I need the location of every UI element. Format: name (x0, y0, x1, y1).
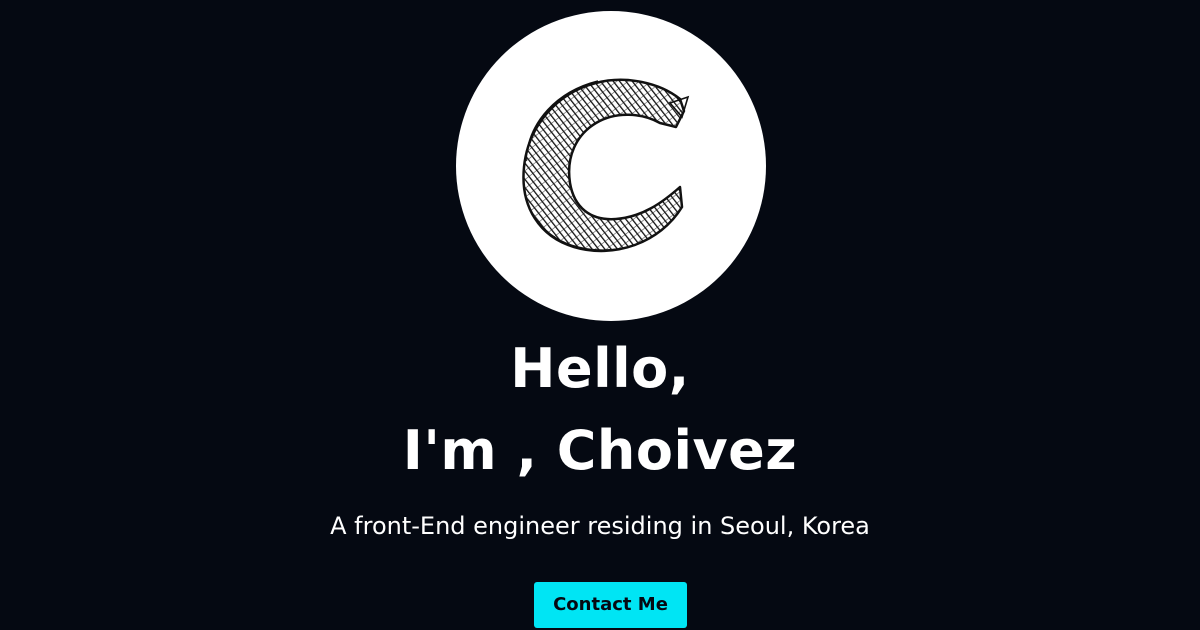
greeting-name: I'm , Choivez (402, 419, 798, 482)
avatar (456, 11, 766, 321)
sketched-letter-c-logo (522, 78, 690, 253)
greeting-hello: Hello, (510, 337, 690, 400)
contact-me-button[interactable]: Contact Me (534, 582, 687, 628)
tagline: A front-End engineer residing in Seoul, … (330, 512, 870, 540)
hero-page: Hello, I'm , Choivez A front-End enginee… (0, 0, 1200, 630)
